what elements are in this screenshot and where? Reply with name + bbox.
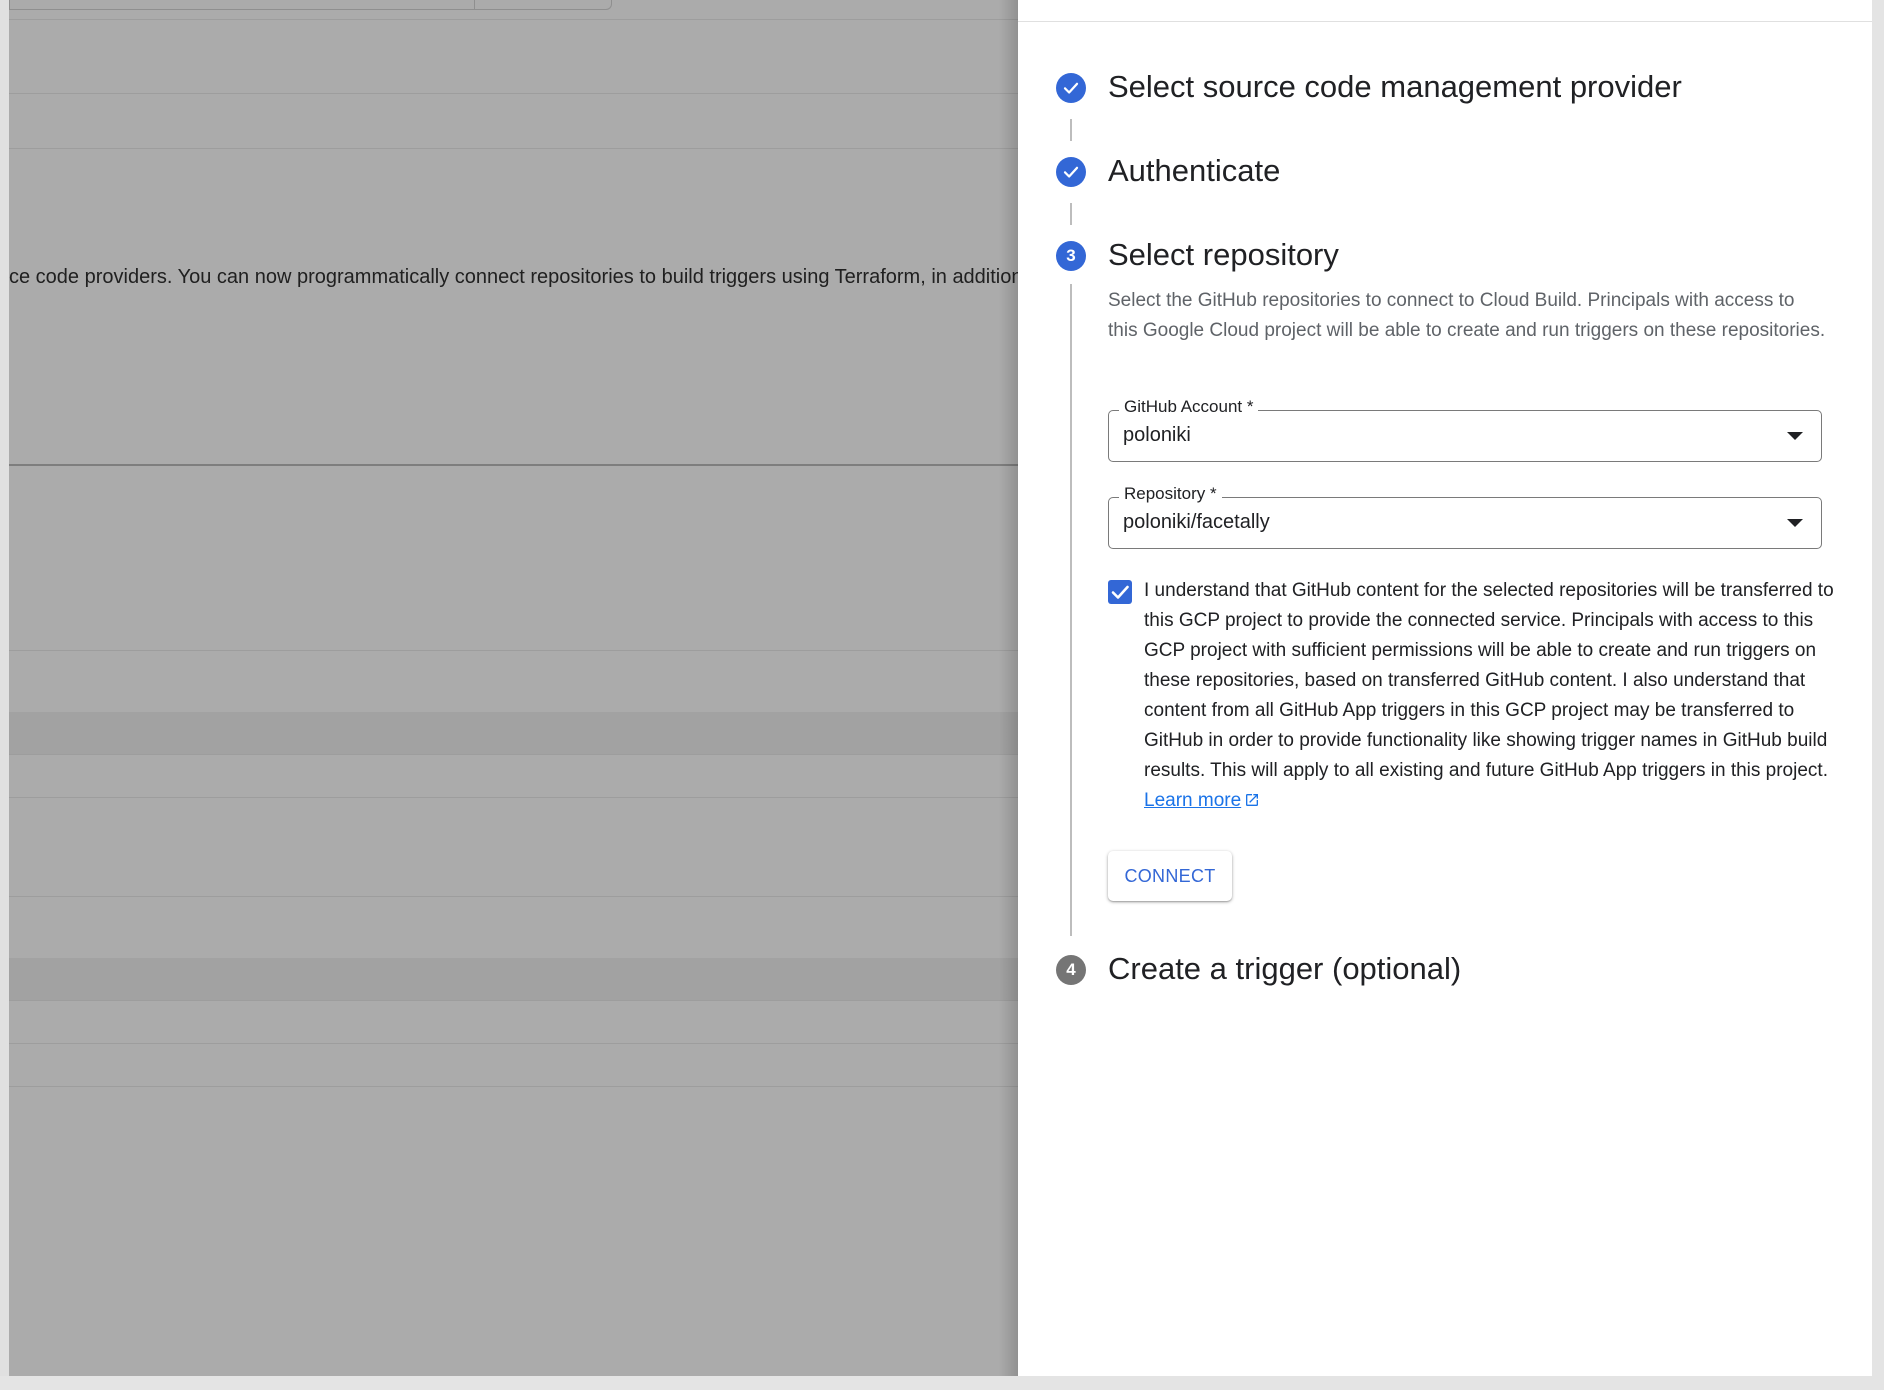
background-divider [9, 896, 1018, 897]
step-title-select-repository: Select repository [1108, 237, 1339, 272]
step-connector [1070, 119, 1072, 141]
step-title-authenticate[interactable]: Authenticate [1108, 153, 1280, 189]
background-table-row [9, 712, 1018, 754]
learn-more-label[interactable]: Learn more [1144, 790, 1241, 811]
background-divider [9, 148, 1018, 149]
background-banner-text: ce code providers. You can now programma… [9, 266, 1018, 288]
github-account-value: poloniki [1123, 424, 1191, 446]
open-in-new-icon[interactable] [1244, 792, 1260, 808]
background-divider [9, 1043, 1018, 1044]
github-account-label: GitHub Account * [1119, 397, 1259, 417]
arrow-drop-down-icon[interactable] [1787, 432, 1803, 440]
panel-shadow [999, 0, 1018, 1376]
step-title-create-trigger[interactable]: Create a trigger (optional) [1108, 951, 1461, 987]
window-border-bottom [0, 1376, 1884, 1390]
consent-text: I understand that GitHub content for the… [1144, 580, 1834, 781]
repository-value: poloniki/facetally [1123, 511, 1270, 533]
background-divider [9, 19, 1018, 20]
consent-text-block: I understand that GitHub content for the… [1144, 576, 1834, 816]
window-border-right [1872, 0, 1884, 1390]
connect-button[interactable]: CONNECT [1108, 851, 1232, 901]
window-border-left [0, 0, 9, 1390]
check-circle-icon [1056, 73, 1086, 103]
background-divider [9, 93, 1018, 94]
github-account-select[interactable]: GitHub Account * poloniki [1108, 397, 1822, 462]
background-divider [9, 464, 1018, 466]
background-search-bar [9, 0, 612, 10]
step-connector [1070, 284, 1072, 936]
check-circle-icon [1056, 157, 1086, 187]
background-divider [9, 1000, 1018, 1001]
panel-header-divider [1018, 21, 1872, 22]
background-divider [9, 1086, 1018, 1087]
background-divider [9, 754, 1018, 755]
learn-more-link[interactable]: Learn more [1144, 790, 1260, 811]
select-repository-description: Select the GitHub repositories to connec… [1108, 290, 1826, 341]
background-divider [9, 650, 1018, 651]
consent-checkbox[interactable] [1108, 580, 1132, 604]
repository-select[interactable]: Repository * poloniki/facetally [1108, 484, 1822, 549]
step-connector [1070, 203, 1072, 225]
connect-repository-panel: Select source code management provider A… [1018, 0, 1872, 1376]
step-number-3: 3 [1056, 241, 1086, 271]
background-divider [9, 797, 1018, 798]
repository-label: Repository * [1119, 484, 1222, 504]
step-title-select-provider[interactable]: Select source code management provider [1108, 69, 1682, 105]
check-icon [1111, 585, 1129, 599]
step-number-4: 4 [1056, 955, 1086, 985]
background-page: ce code providers. You can now programma… [9, 0, 1018, 1376]
background-table-row [9, 958, 1018, 1000]
arrow-drop-down-icon[interactable] [1787, 519, 1803, 527]
